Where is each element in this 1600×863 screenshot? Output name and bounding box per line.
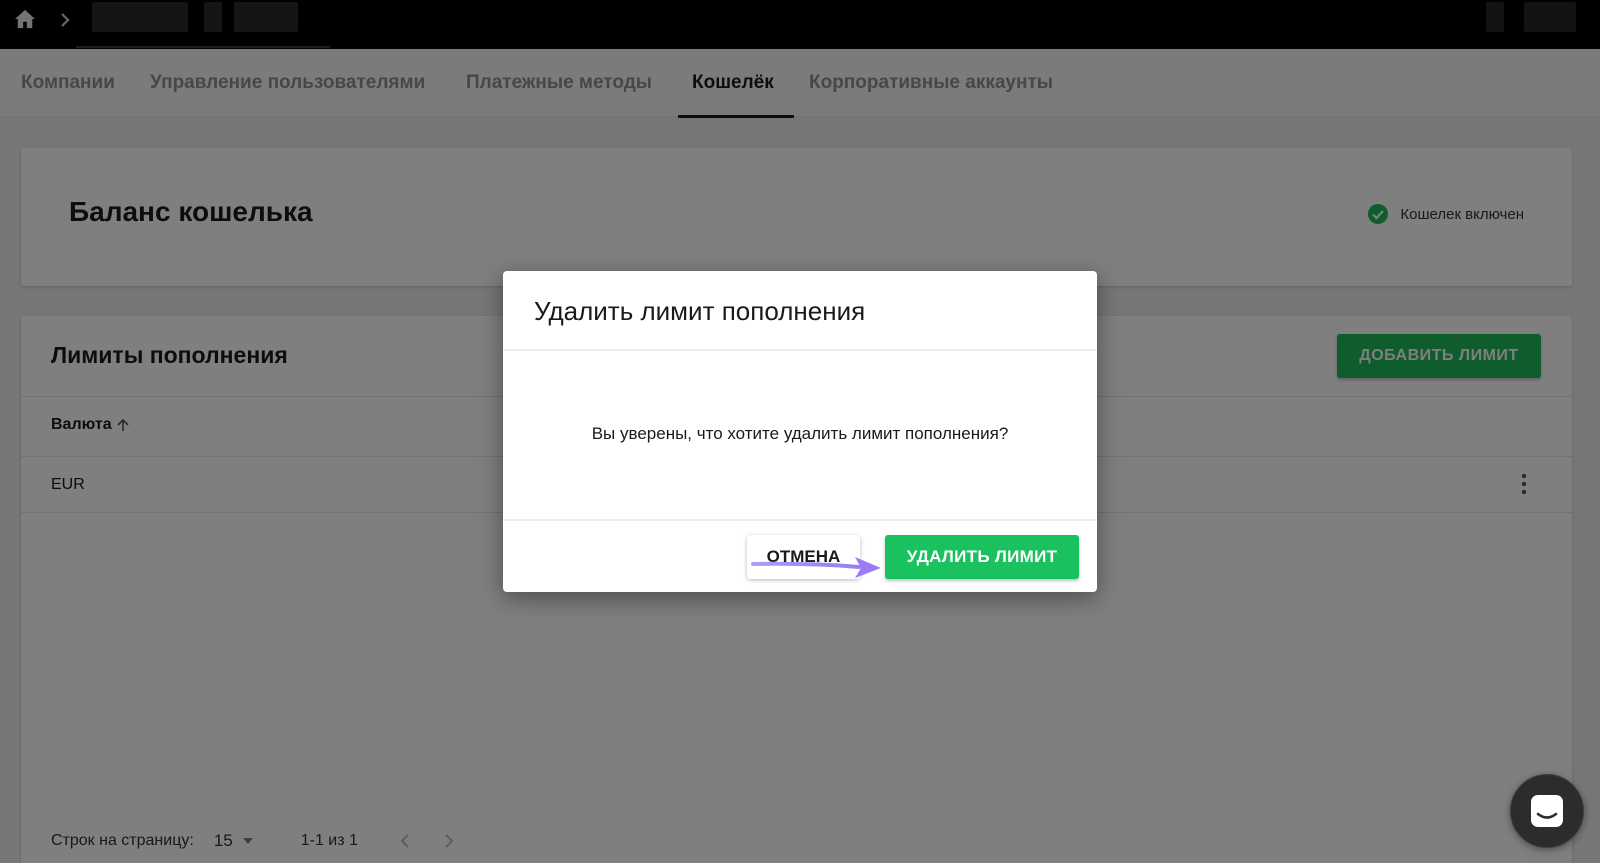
divider <box>503 519 1097 521</box>
delete-limit-button[interactable]: УДАЛИТЬ ЛИМИТ <box>885 535 1079 579</box>
annotation-arrow <box>751 557 881 578</box>
delete-limit-dialog: Удалить лимит пополнения Вы уверены, что… <box>503 271 1097 592</box>
chat-support-button[interactable] <box>1510 774 1584 848</box>
dialog-title: Удалить лимит пополнения <box>534 296 866 326</box>
chat-icon <box>1531 795 1563 827</box>
divider <box>503 349 1097 351</box>
dialog-message: Вы уверены, что хотите удалить лимит поп… <box>591 424 1009 443</box>
